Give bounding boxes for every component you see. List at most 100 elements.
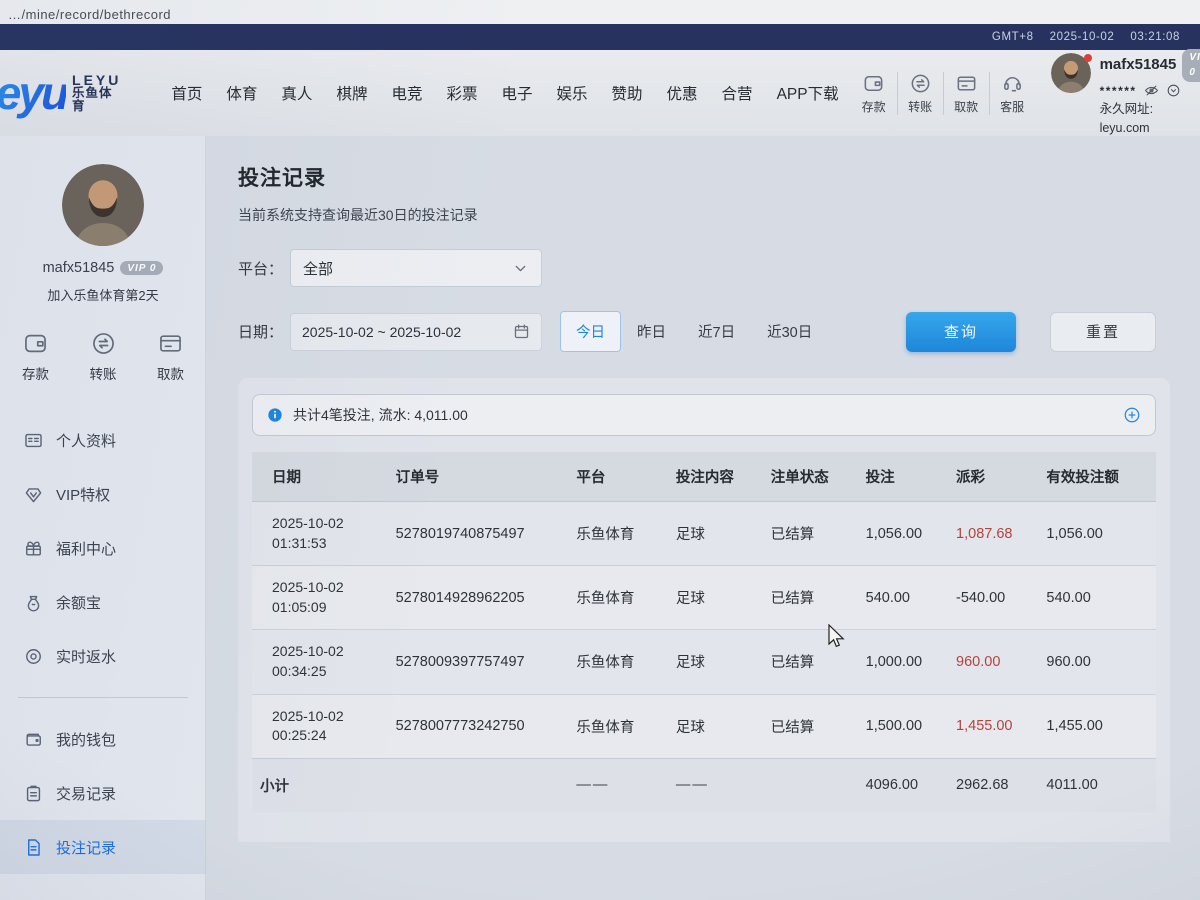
chevron-down-circle-icon[interactable] — [1166, 83, 1181, 98]
deposit-icon — [22, 330, 49, 357]
search-button[interactable]: 查询 — [906, 312, 1016, 352]
logo-subtext: LEYU 乐鱼体育 — [72, 73, 121, 114]
sidebar-item-vip[interactable]: VIP特权 — [0, 467, 206, 521]
transfer-button[interactable]: 转账 — [897, 72, 943, 115]
nav-item-entertainment[interactable]: 娱乐 — [545, 72, 600, 114]
sidebar-quick-actions: 存款 转账 取款 — [0, 330, 206, 383]
rebate-icon — [24, 647, 43, 666]
withdraw-icon — [955, 72, 978, 95]
status-time: 03:21:08 — [1130, 31, 1180, 43]
date-separator: ~ — [378, 324, 386, 340]
sidebar-item-welfare[interactable]: 福利中心 — [0, 521, 206, 575]
sidebar-item-rebate[interactable]: 实时返水 — [0, 629, 206, 683]
vip-icon — [24, 485, 43, 504]
nav-item-app-download[interactable]: APP下载 — [765, 72, 851, 114]
chevron-down-icon — [512, 260, 529, 277]
col-content: 投注内容 — [668, 452, 763, 502]
logo-wordmark: leyu — [0, 66, 66, 120]
sidebar-item-profile[interactable]: 个人资料 — [0, 413, 206, 467]
info-icon — [267, 407, 283, 423]
table-row: 2025-10-0200:25:24 5278007773242750 乐鱼体育… — [252, 694, 1156, 758]
wallet-icon — [24, 730, 43, 749]
status-date: 2025-10-02 — [1050, 31, 1115, 43]
vip-badge: VIP 0 — [1182, 49, 1200, 82]
range-today-button[interactable]: 今日 — [560, 311, 621, 352]
date-from: 2025-10-02 — [302, 324, 374, 340]
expand-plus-icon[interactable] — [1123, 406, 1141, 424]
range-30days-button[interactable]: 近30日 — [751, 311, 828, 352]
table-row: 2025-10-0200:34:25 5278009397757497 乐鱼体育… — [252, 630, 1156, 694]
date-to: 2025-10-02 — [390, 324, 462, 340]
nav-item-home[interactable]: 首页 — [159, 72, 214, 114]
col-bet: 投注 — [858, 452, 948, 502]
user-account-area: mafx51845 VIP 0 ****** 永久网址: leyu.com — [1051, 49, 1200, 138]
nav-item-sponsor[interactable]: 赞助 — [600, 72, 655, 114]
nav-item-cards[interactable]: 棋牌 — [324, 72, 379, 114]
withdraw-button[interactable]: 取款 — [943, 72, 989, 115]
sidebar-item-bet-records[interactable]: 投注记录 — [0, 820, 206, 874]
gift-icon — [24, 539, 43, 558]
page-subtitle: 当前系统支持查询最近30日的投注记录 — [238, 205, 1170, 225]
sidebar-avatar[interactable] — [62, 164, 144, 246]
sidebar-avatar-image — [62, 164, 144, 246]
masked-balance: ****** — [1100, 82, 1137, 100]
notification-dot — [1084, 54, 1092, 62]
sidebar-transfer-button[interactable]: 转账 — [90, 330, 117, 383]
bet-record-icon — [24, 838, 43, 857]
avatar[interactable] — [1051, 53, 1091, 93]
menu-divider — [18, 697, 188, 698]
transfer-icon — [909, 72, 932, 95]
table-header-row: 日期 订单号 平台 投注内容 注单状态 投注 派彩 有效投注额 — [252, 452, 1156, 502]
site-header: leyu LEYU 乐鱼体育 首页 体育 真人 棋牌 电竞 彩票 电子 娱乐 赞… — [0, 50, 1200, 136]
col-payout: 派彩 — [948, 452, 1038, 502]
page-title: 投注记录 — [238, 162, 1170, 192]
col-platform: 平台 — [568, 452, 667, 502]
summary-banner: 共计4笔投注, 流水: 4,011.00 — [252, 394, 1156, 436]
platform-select[interactable]: 全部 — [290, 249, 542, 287]
nav-item-affiliate[interactable]: 合营 — [710, 72, 765, 114]
sidebar-vip-badge: VIP 0 — [120, 261, 163, 275]
nav-item-sports[interactable]: 体育 — [214, 72, 269, 114]
col-status: 注单状态 — [763, 452, 858, 502]
results-panel: 共计4笔投注, 流水: 4,011.00 日期 订单号 平台 投注内容 — [238, 378, 1170, 842]
reset-button[interactable]: 重置 — [1050, 312, 1156, 352]
transfer-icon — [90, 330, 117, 357]
range-7days-button[interactable]: 近7日 — [682, 311, 751, 352]
sidebar-item-wallet[interactable]: 我的钱包 — [0, 712, 206, 766]
customer-service-button[interactable]: 客服 — [989, 72, 1035, 115]
sidebar-item-transactions[interactable]: 交易记录 — [0, 766, 206, 820]
platform-label: 平台： — [238, 258, 290, 279]
eye-slash-icon[interactable] — [1144, 83, 1159, 98]
timezone-label: GMT+8 — [992, 31, 1034, 43]
quick-range-group: 今日 昨日 近7日 近30日 — [560, 311, 828, 352]
screen: …/mine/record/bethrecord GMT+8 2025-10-0… — [0, 0, 1200, 900]
sidebar-menu: 个人资料 VIP特权 福利中心 余额宝 实时返水 — [0, 413, 206, 874]
nav-item-esports[interactable]: 电竞 — [379, 72, 434, 114]
nav-item-lottery[interactable]: 彩票 — [434, 72, 489, 114]
withdraw-icon — [157, 330, 184, 357]
bet-records-table: 日期 订单号 平台 投注内容 注单状态 投注 派彩 有效投注额 2025-10- — [252, 452, 1156, 812]
deposit-button[interactable]: 存款 — [851, 72, 897, 115]
sidebar-item-yuebao[interactable]: 余额宝 — [0, 575, 206, 629]
permanent-url-label: 永久网址: leyu.com — [1100, 100, 1199, 138]
profile-icon — [24, 431, 43, 450]
money-bag-icon — [24, 593, 43, 612]
sidebar-deposit-button[interactable]: 存款 — [22, 330, 49, 383]
sidebar-withdraw-button[interactable]: 取款 — [157, 330, 184, 383]
username: mafx51845 — [1100, 54, 1177, 77]
deposit-icon — [862, 72, 885, 95]
logo[interactable]: leyu LEYU 乐鱼体育 — [0, 66, 121, 120]
nav-item-promo[interactable]: 优惠 — [655, 72, 710, 114]
header-quick-actions: 存款 转账 取款 客服 — [851, 72, 1035, 115]
status-bar: GMT+8 2025-10-02 03:21:08 — [0, 24, 1200, 50]
url-text: …/mine/record/bethrecord — [8, 7, 171, 22]
platform-selected-value: 全部 — [303, 258, 333, 279]
col-date: 日期 — [252, 452, 388, 502]
nav-item-live[interactable]: 真人 — [269, 72, 324, 114]
subtotal-row: 小计 —— —— 4096.00 2962.68 4011.00 — [252, 758, 1156, 812]
main-nav: 首页 体育 真人 棋牌 电竞 彩票 电子 娱乐 赞助 优惠 合营 APP下载 — [159, 72, 850, 114]
range-yesterday-button[interactable]: 昨日 — [621, 311, 682, 352]
nav-item-slots[interactable]: 电子 — [489, 72, 544, 114]
calendar-icon — [513, 323, 530, 340]
date-range-input[interactable]: 2025-10-02 ~ 2025-10-02 — [290, 313, 542, 351]
